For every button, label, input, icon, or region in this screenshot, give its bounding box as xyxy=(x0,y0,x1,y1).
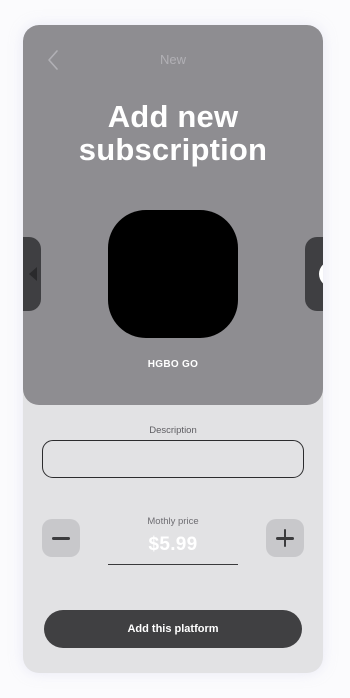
platform-name: HGBO GO xyxy=(147,359,199,370)
previous-platform-logo xyxy=(29,267,37,281)
price-underline xyxy=(108,564,238,565)
description-label: Description xyxy=(149,425,197,436)
page-title: Add new subscription xyxy=(23,100,323,166)
page-title-line1: Add new xyxy=(107,99,239,134)
add-platform-button[interactable]: Add this platform xyxy=(44,610,302,648)
next-platform-logo xyxy=(319,261,323,287)
platform-logo xyxy=(108,210,238,338)
page-title-line2: subscription xyxy=(78,132,268,167)
description-input[interactable] xyxy=(42,440,304,478)
increase-price-button[interactable] xyxy=(266,519,304,557)
subscription-screen: New Add new subscription HGBO GO Descrip… xyxy=(23,25,323,673)
previous-platform-card[interactable] xyxy=(23,237,41,311)
nav-title: New xyxy=(159,52,186,67)
hero-panel: New Add new subscription HGBO GO xyxy=(23,25,323,405)
next-platform-card[interactable] xyxy=(305,237,323,311)
